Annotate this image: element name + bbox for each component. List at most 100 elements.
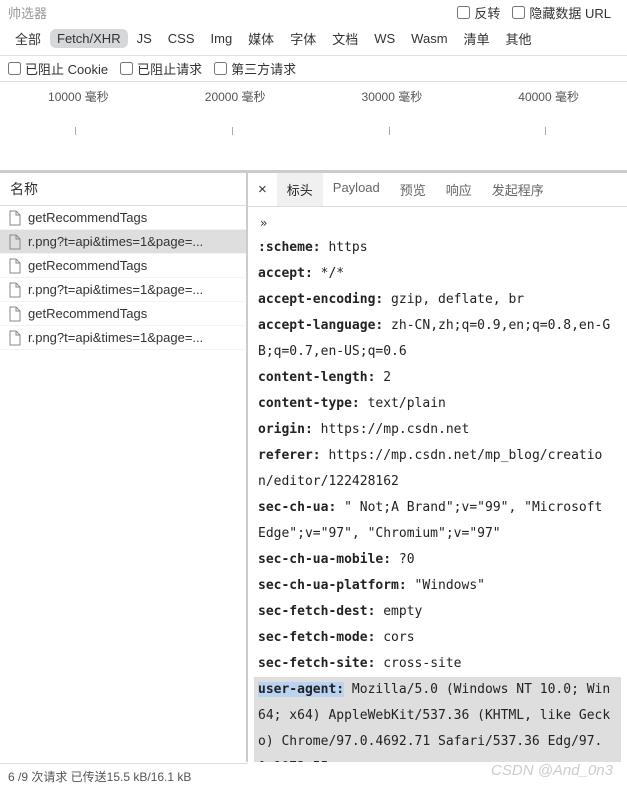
request-list-panel: 名称 getRecommendTags r.png?t=api&times=1&p… [0,173,248,762]
header-line[interactable]: accept: */* [258,261,617,287]
header-key: content-type: [258,396,360,411]
header-line[interactable]: sec-ch-ua-platform: "Windows" [258,573,617,599]
filter-tab--[interactable]: 媒体 [241,27,281,50]
header-key: sec-ch-ua-mobile: [258,552,391,567]
header-key: sec-fetch-mode: [258,630,375,645]
third-party-checkbox[interactable]: 第三方请求 [214,59,296,78]
filter-tab--[interactable]: 清单 [457,27,497,50]
hide-data-url-checkbox-input[interactable] [512,6,525,19]
header-line[interactable]: content-length: 2 [258,365,617,391]
header-value: ?0 [391,552,414,567]
filter-tab-js[interactable]: JS [130,29,159,48]
headers-body[interactable]: » :scheme: httpsaccept: */*accept-encodi… [248,207,627,762]
filter-label: 帅选器 [8,3,47,22]
header-line[interactable]: accept-encoding: gzip, deflate, br [258,287,617,313]
expand-arrow-icon[interactable]: » [258,211,617,235]
blocked-cookies-checkbox[interactable]: 已阻止 Cookie [8,59,108,78]
header-key: referer: [258,448,321,463]
request-name: r.png?t=api&times=1&page=... [28,282,203,297]
request-row[interactable]: getRecommendTags [0,254,246,278]
file-icon [8,330,22,346]
filter-tab-css[interactable]: CSS [161,29,202,48]
header-line[interactable]: sec-fetch-site: cross-site [258,651,617,677]
request-name: r.png?t=api&times=1&page=... [28,234,203,249]
header-line[interactable]: user-agent: Mozilla/5.0 (Windows NT 10.0… [254,677,621,762]
request-name: r.png?t=api&times=1&page=... [28,330,203,345]
hide-data-url-checkbox[interactable]: 隐藏数据 URL [512,3,611,22]
detail-tab-3[interactable]: 响应 [436,173,482,206]
header-value: "Windows" [407,578,485,593]
filter-tab--[interactable]: 文档 [325,27,365,50]
header-line[interactable]: origin: https://mp.csdn.net [258,417,617,443]
timeline-mark: 40000 毫秒 [470,88,627,105]
filter-tab-img[interactable]: Img [204,29,240,48]
blocked-row: 已阻止 Cookie 已阻止请求 第三方请求 [0,56,627,82]
header-line[interactable]: sec-ch-ua: " Not;A Brand";v="99", "Micro… [258,495,617,547]
filter-tab--[interactable]: 全部 [8,27,48,50]
header-key: origin: [258,422,313,437]
header-line[interactable]: sec-fetch-dest: empty [258,599,617,625]
file-icon [8,282,22,298]
header-key: :scheme: [258,240,321,255]
filter-tab-ws[interactable]: WS [367,29,402,48]
header-value: https://mp.csdn.net [313,422,470,437]
header-key: accept-language: [258,318,383,333]
request-row[interactable]: r.png?t=api&times=1&page=... [0,326,246,350]
timeline-mark: 20000 毫秒 [157,88,314,105]
header-key: content-length: [258,370,375,385]
timeline[interactable]: 10000 毫秒20000 毫秒30000 毫秒40000 毫秒 [0,82,627,172]
header-line[interactable]: sec-fetch-mode: cors [258,625,617,651]
request-row[interactable]: r.png?t=api&times=1&page=... [0,278,246,302]
request-name: getRecommendTags [28,258,147,273]
blocked-requests-checkbox[interactable]: 已阻止请求 [120,59,202,78]
timeline-mark: 10000 毫秒 [0,88,157,105]
filter-tab--[interactable]: 其他 [499,27,539,50]
blocked-requests-checkbox-input[interactable] [120,62,133,75]
file-icon [8,306,22,322]
request-row[interactable]: r.png?t=api&times=1&page=... [0,230,246,254]
header-value: gzip, deflate, br [383,292,524,307]
toolbar-top: 帅选器 反转 隐藏数据 URL [0,0,627,22]
detail-tab-0[interactable]: 标头 [277,173,323,206]
file-icon [8,234,22,250]
filter-tab-wasm[interactable]: Wasm [404,29,454,48]
filter-tab-fetch-xhr[interactable]: Fetch/XHR [50,29,128,48]
invert-checkbox-input[interactable] [457,6,470,19]
header-value: https [321,240,368,255]
header-key: sec-ch-ua: [258,500,336,515]
header-key: accept: [258,266,313,281]
header-line[interactable]: referer: https://mp.csdn.net/mp_blog/cre… [258,443,617,495]
close-detail-button[interactable]: × [248,175,277,204]
filter-tab--[interactable]: 字体 [283,27,323,50]
request-row[interactable]: getRecommendTags [0,302,246,326]
detail-tabs: × 标头Payload预览响应发起程序 [248,173,627,207]
header-key: accept-encoding: [258,292,383,307]
header-value: 2 [375,370,391,385]
detail-tab-1[interactable]: Payload [323,173,390,206]
file-icon [8,210,22,226]
status-bar: 6 /9 次请求 已传送15.5 kB/16.1 kB [0,763,248,789]
header-line[interactable]: sec-ch-ua-mobile: ?0 [258,547,617,573]
detail-tab-4[interactable]: 发起程序 [482,173,554,206]
header-line[interactable]: :scheme: https [258,235,617,261]
detail-tab-2[interactable]: 预览 [390,173,436,206]
third-party-checkbox-input[interactable] [214,62,227,75]
request-list: getRecommendTags r.png?t=api&times=1&page… [0,206,246,762]
header-key: sec-ch-ua-platform: [258,578,407,593]
timeline-mark: 30000 毫秒 [314,88,471,105]
header-key: sec-fetch-dest: [258,604,375,619]
header-value: text/plain [360,396,446,411]
detail-panel: × 标头Payload预览响应发起程序 » :scheme: httpsacce… [248,173,627,762]
request-name: getRecommendTags [28,306,147,321]
header-key: user-agent: [258,682,344,697]
file-icon [8,258,22,274]
request-row[interactable]: getRecommendTags [0,206,246,230]
invert-checkbox[interactable]: 反转 [457,3,500,22]
header-value: empty [375,604,422,619]
name-column-header[interactable]: 名称 [0,173,246,206]
blocked-cookies-checkbox-input[interactable] [8,62,21,75]
filter-tabs: 全部Fetch/XHRJSCSSImg媒体字体文档WSWasm清单其他 [0,22,627,56]
main-split: 名称 getRecommendTags r.png?t=api&times=1&p… [0,172,627,762]
header-line[interactable]: accept-language: zh-CN,zh;q=0.9,en;q=0.8… [258,313,617,365]
header-line[interactable]: content-type: text/plain [258,391,617,417]
